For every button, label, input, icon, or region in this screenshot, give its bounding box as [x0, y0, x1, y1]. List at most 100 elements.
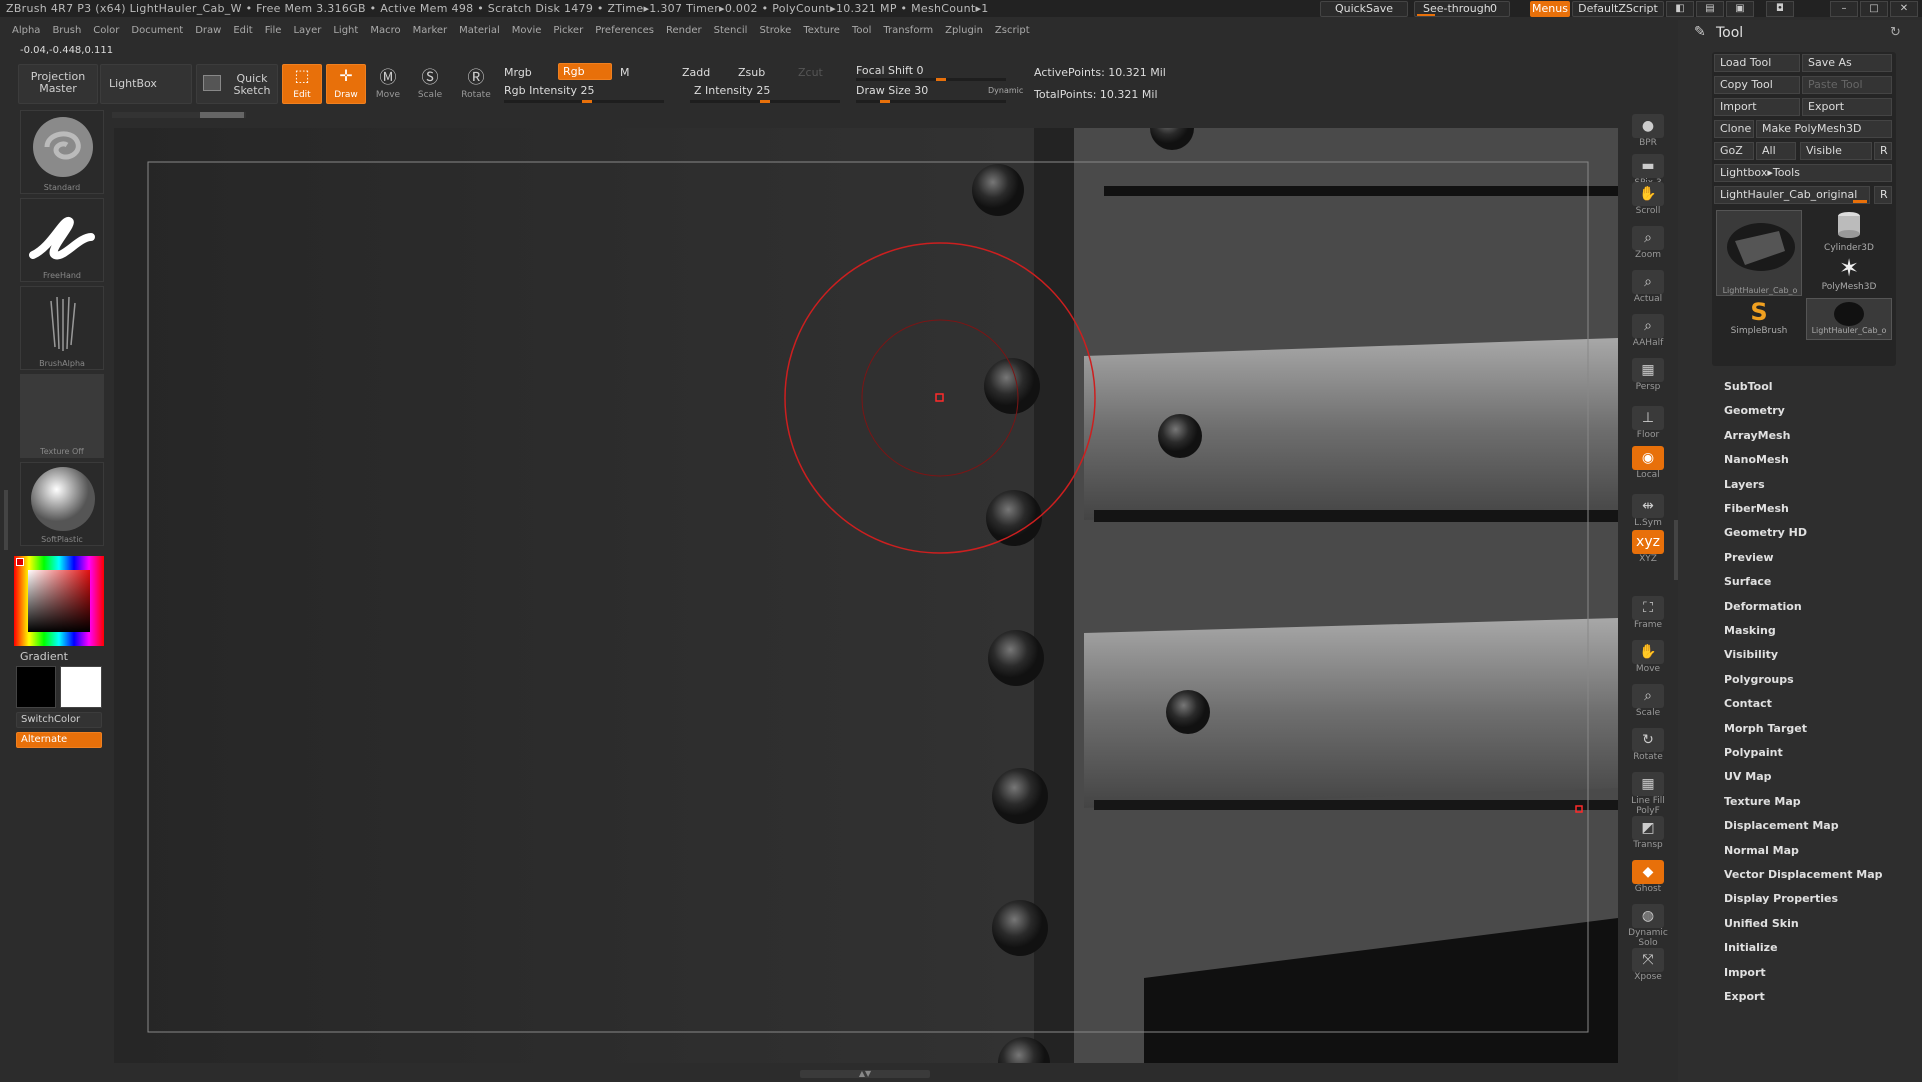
tool-menu-displacement-map[interactable]: Displacement Map — [1724, 819, 1839, 832]
menu-movie[interactable]: Movie — [512, 25, 542, 36]
texture-selector[interactable]: Texture Off — [20, 374, 104, 458]
lightbox-button[interactable]: LightBox — [100, 64, 192, 104]
material-selector[interactable]: SoftPlastic — [20, 462, 104, 546]
switch-color-button[interactable]: SwitchColor — [16, 712, 102, 728]
mrgb-toggle[interactable]: Mrgb — [504, 66, 532, 79]
lightbox-tools-button[interactable]: Lightbox▸Tools — [1714, 164, 1892, 182]
rotate-mode-button[interactable]: Ⓡ Rotate — [458, 66, 494, 104]
goz-all-button[interactable]: All — [1756, 142, 1796, 160]
tool-menu-fibermesh[interactable]: FiberMesh — [1724, 502, 1789, 515]
quick-sketch-button[interactable]: Quick Sketch — [196, 64, 278, 104]
move-mode-button[interactable]: Ⓜ Move — [370, 66, 406, 104]
save-as-button[interactable]: Save As — [1802, 54, 1892, 72]
tool-menu-geometry[interactable]: Geometry — [1724, 404, 1785, 417]
help-icon[interactable]: ◧ — [1666, 1, 1694, 17]
menu-document[interactable]: Document — [131, 25, 183, 36]
focal-shift-slider[interactable] — [856, 78, 1006, 81]
make-polymesh3d-button[interactable]: Make PolyMesh3D — [1756, 120, 1892, 138]
shelf-persp-button[interactable]: ▦ Persp — [1628, 356, 1668, 396]
m-toggle[interactable]: M — [620, 66, 630, 79]
tool-menu-display-properties[interactable]: Display Properties — [1724, 892, 1838, 905]
tool-menu-unified-skin[interactable]: Unified Skin — [1724, 917, 1799, 930]
tool-menu-masking[interactable]: Masking — [1724, 624, 1776, 637]
shelf-xyz-button[interactable]: xyz XYZ — [1628, 528, 1668, 568]
canvas-scrollbar-thumb[interactable] — [200, 112, 244, 118]
menu-stroke[interactable]: Stroke — [759, 25, 791, 36]
tool-menu-subtool[interactable]: SubTool — [1724, 380, 1773, 393]
shelf-scroll-button[interactable]: ✋ Scroll — [1628, 180, 1668, 220]
rgb-intensity-slider[interactable] — [504, 100, 664, 103]
draw-mode-button[interactable]: ✛ Draw — [326, 64, 366, 104]
quicksave-button[interactable]: QuickSave — [1320, 1, 1408, 17]
shelf-transp-button[interactable]: ◩ Transp — [1628, 814, 1668, 854]
minimize-icon[interactable]: – — [1830, 1, 1858, 17]
goz-visible-button[interactable]: Visible — [1800, 142, 1872, 160]
tool-thumb-simplebrush[interactable]: S SimpleBrush — [1716, 298, 1802, 340]
zadd-toggle[interactable]: Zadd — [682, 66, 710, 79]
tool-menu-polypaint[interactable]: Polypaint — [1724, 746, 1783, 759]
maximize-icon[interactable]: □ — [1860, 1, 1888, 17]
menu-texture[interactable]: Texture — [803, 25, 840, 36]
tool-menu-nanomesh[interactable]: NanoMesh — [1724, 453, 1789, 466]
zcut-toggle[interactable]: Zcut — [798, 66, 823, 79]
shelf-local-button[interactable]: ◉ Local — [1628, 444, 1668, 484]
tool-thumb-lighthauler-2[interactable]: LightHauler_Cab_o — [1806, 298, 1892, 340]
menu-file[interactable]: File — [265, 25, 282, 36]
dynamic-toggle[interactable]: Dynamic — [988, 86, 1023, 95]
shelf-bpr-button[interactable]: ● BPR — [1628, 112, 1668, 152]
menu-color[interactable]: Color — [93, 25, 119, 36]
tool-thumb-cylinder3d[interactable]: Cylinder3D — [1806, 210, 1892, 253]
shelf-frame-button[interactable]: ⛶ Frame — [1628, 594, 1668, 634]
clone-button[interactable]: Clone — [1714, 120, 1754, 138]
tool-menu-deformation[interactable]: Deformation — [1724, 600, 1802, 613]
menu-light[interactable]: Light — [333, 25, 358, 36]
menus-button[interactable]: Menus — [1530, 1, 1570, 17]
shelf-rotate-button[interactable]: ↻ Rotate — [1628, 726, 1668, 766]
document-canvas[interactable] — [114, 128, 1618, 1063]
menu-preferences[interactable]: Preferences — [595, 25, 654, 36]
tool-menu-import[interactable]: Import — [1724, 966, 1766, 979]
alpha-selector[interactable]: BrushAlpha — [20, 286, 104, 370]
shelf-l-sym-button[interactable]: ⇹ L.Sym — [1628, 492, 1668, 532]
canvas-scrollbar[interactable] — [112, 112, 246, 118]
shelf-move-button[interactable]: ✋ Move — [1628, 638, 1668, 678]
bottom-tray-handle[interactable]: ▲▼ — [800, 1070, 930, 1078]
shelf-floor-button[interactable]: ⊥ Floor — [1628, 404, 1668, 444]
alternate-button[interactable]: Alternate — [16, 732, 102, 748]
save-ui-icon[interactable]: ▣ — [1726, 1, 1754, 17]
goz-button[interactable]: GoZ — [1714, 142, 1754, 160]
menu-transform[interactable]: Transform — [883, 25, 933, 36]
menu-brush[interactable]: Brush — [52, 25, 81, 36]
menu-zplugin[interactable]: Zplugin — [945, 25, 983, 36]
tool-menu-morph-target[interactable]: Morph Target — [1724, 722, 1807, 735]
menu-edit[interactable]: Edit — [233, 25, 252, 36]
tool-menu-layers[interactable]: Layers — [1724, 478, 1765, 491]
tool-menu-geometry-hd[interactable]: Geometry HD — [1724, 526, 1807, 539]
paste-tool-button[interactable]: Paste Tool — [1802, 76, 1892, 94]
menu-macro[interactable]: Macro — [370, 25, 400, 36]
tool-menu-arraymesh[interactable]: ArrayMesh — [1724, 429, 1790, 442]
color-picker[interactable] — [14, 556, 104, 646]
primary-color-swatch[interactable] — [16, 666, 56, 708]
zsub-toggle[interactable]: Zsub — [738, 66, 765, 79]
load-tool-button[interactable]: Load Tool — [1714, 54, 1800, 72]
tool-thumb-polymesh3d[interactable]: ✶ PolyMesh3D — [1806, 254, 1892, 296]
close-icon[interactable]: ✕ — [1890, 1, 1918, 17]
shelf-zoom-button[interactable]: ⌕ Zoom — [1628, 224, 1668, 264]
shelf-dynamic-solo-button[interactable]: ◍ Dynamic Solo — [1628, 902, 1668, 948]
menu-alpha[interactable]: Alpha — [12, 25, 40, 36]
palette-refresh-icon[interactable]: ↻ — [1890, 25, 1901, 40]
menu-picker[interactable]: Picker — [553, 25, 583, 36]
menu-layer[interactable]: Layer — [293, 25, 321, 36]
edit-mode-button[interactable]: ⬚ Edit — [282, 64, 322, 104]
scale-mode-button[interactable]: Ⓢ Scale — [412, 66, 448, 104]
tool-menu-polygroups[interactable]: Polygroups — [1724, 673, 1794, 686]
import-button[interactable]: Import — [1714, 98, 1800, 116]
lock-icon[interactable]: ◘ — [1766, 1, 1794, 17]
menu-marker[interactable]: Marker — [413, 25, 448, 36]
default-zscript-button[interactable]: DefaultZScript — [1572, 1, 1664, 17]
color-picker-square[interactable] — [28, 570, 90, 632]
shelf-aahalf-button[interactable]: ⌕ AAHalf — [1628, 312, 1668, 352]
tool-menu-visibility[interactable]: Visibility — [1724, 648, 1778, 661]
export-button[interactable]: Export — [1802, 98, 1892, 116]
